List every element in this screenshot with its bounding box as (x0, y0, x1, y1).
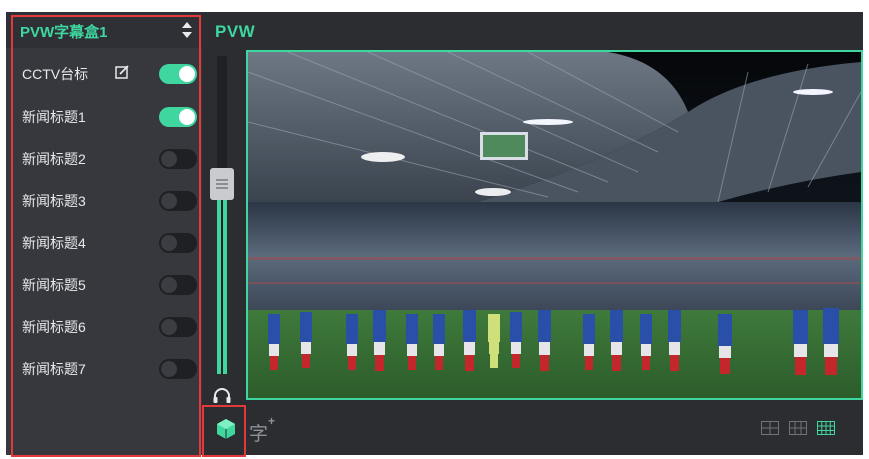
audio-fader (208, 50, 236, 410)
subtitle-add-icon: 字 (249, 423, 269, 445)
annotation-box-cube-button (202, 405, 246, 457)
layout-3x2-icon[interactable] (789, 421, 807, 435)
fader-handle[interactable] (210, 168, 234, 200)
headphone-icon[interactable] (212, 386, 232, 404)
preview-monitor[interactable] (246, 50, 863, 400)
stadium-image (248, 52, 861, 398)
add-subtitle-button[interactable]: 字 + (249, 414, 289, 445)
plus-icon: + (268, 414, 276, 428)
layout-2x2-icon[interactable] (761, 421, 779, 435)
preview-label: PVW (215, 22, 256, 41)
annotation-box-caption-panel (11, 15, 201, 457)
layout-4x3-icon[interactable] (817, 421, 835, 435)
